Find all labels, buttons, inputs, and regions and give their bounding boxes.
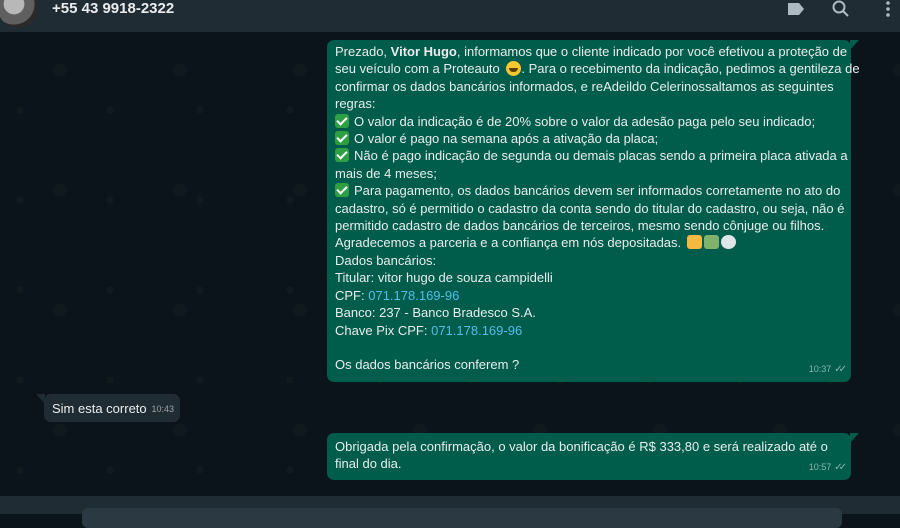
- contact-name[interactable]: +55 43 9918-2322: [52, 0, 174, 17]
- pix-link[interactable]: 071.178.169-96: [431, 323, 522, 338]
- avatar[interactable]: [0, 0, 38, 28]
- search-icon[interactable]: [831, 0, 851, 18]
- bubble-tail: [850, 433, 859, 443]
- smile-emoji-icon: [506, 61, 522, 77]
- greeting-prefix: Prezado,: [335, 44, 391, 59]
- message-line: seu veículo com a Proteauto . Para o rec…: [335, 60, 860, 77]
- check-mark-icon: [335, 113, 349, 128]
- handshake-emoji-icon: [686, 235, 702, 250]
- message-line: mais de 4 meses;: [335, 165, 437, 181]
- message-bubble-outgoing[interactable]: Obrigada pela confirmação, o valor da bo…: [327, 433, 859, 480]
- rule-item: Para pagamento, os dados bancários devem…: [335, 182, 843, 199]
- chat-header: +55 43 9918-2322: [0, 0, 900, 32]
- message-text: . Para o recebimento da indicação, pedim…: [521, 61, 860, 77]
- message-line: Banco: 237 - Banco Bradesco S.A.: [335, 305, 536, 321]
- tag-icon[interactable]: [786, 0, 806, 18]
- rule-text: Para pagamento, os dados bancários devem…: [354, 183, 841, 199]
- rule-text: Não é pago indicação de segunda ou demai…: [354, 148, 848, 164]
- message-line: Chave Pix CPF: 071.178.169-96: [335, 322, 843, 339]
- rule-item: O valor é pago na semana após a ativação…: [335, 130, 843, 147]
- rule-text: O valor é pago na semana após a ativação…: [354, 131, 659, 147]
- message-line: permitido cadastro de dados bancários de…: [335, 218, 825, 234]
- check-mark-icon: [335, 148, 349, 163]
- message-line: regras:: [335, 96, 376, 112]
- message-text: Sim esta correto: [52, 401, 147, 416]
- message-time: 10:43: [151, 403, 174, 414]
- rule-text: O valor da indicação é de 20% sobre o va…: [354, 113, 816, 129]
- message-line: cadastro, só é permitido o cadastro da c…: [335, 200, 845, 216]
- message-meta: 10:57 ✓✓: [808, 459, 847, 476]
- message-text: seu veículo com a Proteauto: [335, 61, 500, 77]
- truck-emoji-icon: [703, 235, 719, 250]
- rule-item: O valor da indicação é de 20% sobre o va…: [335, 113, 843, 130]
- pix-label: Chave Pix CPF:: [335, 322, 432, 338]
- message-time: 10:57: [808, 461, 832, 472]
- check-mark-icon: [335, 131, 349, 146]
- menu-icon[interactable]: [878, 0, 898, 18]
- double-check-icon: ✓✓: [834, 363, 847, 375]
- message-input[interactable]: [82, 508, 842, 528]
- bubble-tail: [850, 40, 859, 50]
- bubble-tail: [36, 394, 45, 404]
- rule-item: Não é pago indicação de segunda ou demai…: [335, 147, 848, 164]
- message-line: CPF: 071.178.169-96: [335, 287, 843, 304]
- message-line: confirmar os dados bancários informados,…: [335, 78, 834, 94]
- message-line: Os dados bancários conferem ?: [335, 357, 520, 373]
- cloud-emoji-icon: [720, 235, 736, 250]
- double-check-icon: ✓✓: [834, 461, 847, 473]
- cpf-label: CPF:: [335, 287, 369, 303]
- message-line: Obrigada pela confirmação, o valor da bo…: [335, 439, 828, 454]
- message-meta: 10:37 ✓✓: [808, 361, 847, 378]
- message-line: Titular: vitor hugo de souza campidelli: [335, 270, 553, 286]
- message-time: 10:37: [808, 363, 832, 374]
- greeting-name: Vitor Hugo: [390, 44, 457, 59]
- message-bubble-outgoing[interactable]: Prezado, Vitor Hugo, informamos que o cl…: [327, 40, 860, 382]
- cpf-link[interactable]: 071.178.169-96: [368, 288, 459, 303]
- message-line: Agradecemos a parceria e a confiança em …: [335, 234, 843, 251]
- message-line: final do dia.: [335, 456, 402, 472]
- message-line: Prezado, Vitor Hugo, informamos que o cl…: [335, 43, 847, 60]
- message-line: Dados bancários:: [335, 252, 437, 268]
- thanks-text: Agradecemos a parceria e a confiança em …: [335, 235, 682, 251]
- message-bubble-incoming[interactable]: Sim esta correto 10:43: [36, 394, 180, 422]
- check-mark-icon: [335, 183, 349, 198]
- greeting-suffix: , informamos que o cliente indicado por …: [456, 44, 848, 59]
